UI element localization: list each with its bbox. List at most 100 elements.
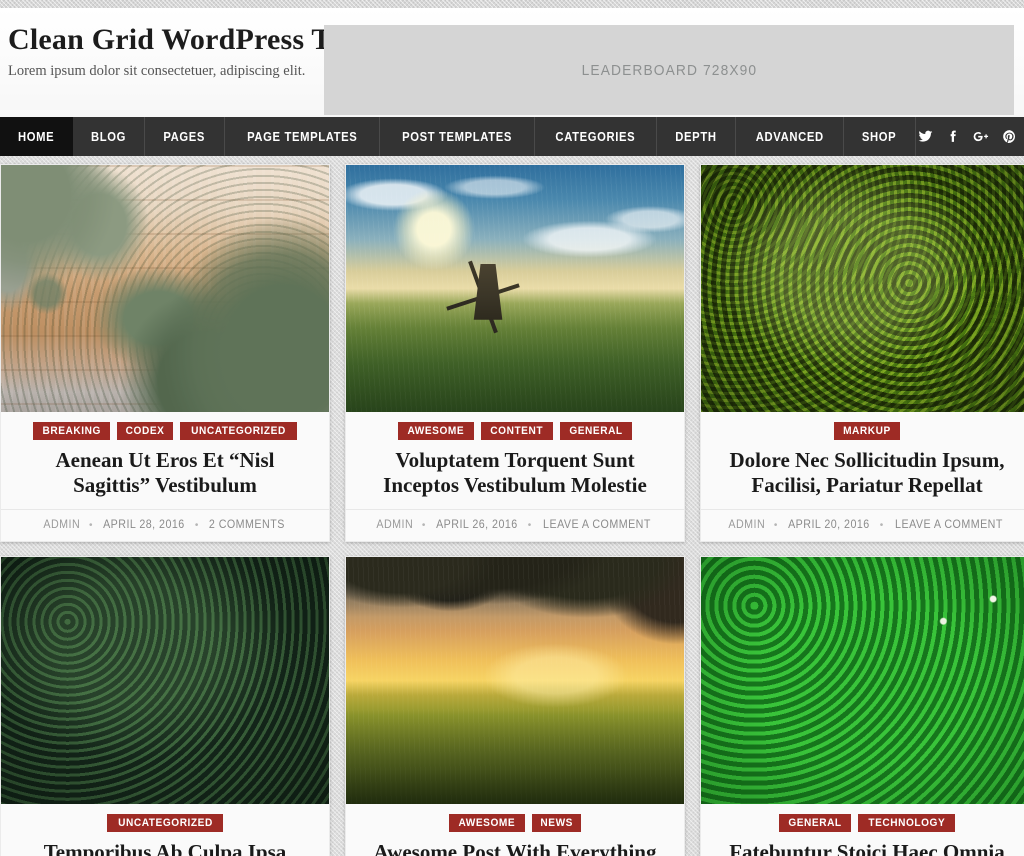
site-tagline: Lorem ipsum dolor sit consectetuer, adip… [8, 63, 306, 79]
nav-item-categories[interactable]: CATEGORIES [535, 117, 657, 156]
post-thumbnail[interactable] [701, 165, 1024, 412]
category-badge[interactable]: GENERAL [778, 814, 851, 832]
nav-item-blog[interactable]: BLOG [73, 117, 146, 156]
twitter-icon[interactable] [916, 127, 935, 146]
category-badge-label: AWESOME [407, 425, 465, 437]
post-thumbnail[interactable] [701, 557, 1024, 804]
site-title[interactable]: Clean Grid WordPress Theme [8, 22, 401, 58]
post-image-bright-green-clover [701, 557, 1024, 804]
category-badge-label: AWESOME [458, 817, 516, 829]
post-comments-link[interactable]: LEAVE A COMMENT [895, 519, 1003, 531]
category-badge-label: GENERAL [788, 817, 842, 829]
post-card-body: BREAKING CODEX UNCATEGORIZED Aenean Ut Eros… [1, 412, 329, 509]
nav-item-advanced[interactable]: ADVANCED [736, 117, 845, 156]
post-thumbnail[interactable] [1, 557, 329, 804]
top-texture-strip [0, 0, 1024, 8]
post-card-body: MARKUP Dolore Nec Sollicitudin Ipsum, Fac… [701, 412, 1024, 509]
pinterest-icon[interactable] [1000, 127, 1019, 146]
category-badge[interactable]: NEWS [531, 814, 582, 832]
nav-item-label: SHOP [862, 129, 897, 144]
post-date: APRIL 20, 2016 [787, 519, 870, 531]
nav-item-shop[interactable]: SHOP [844, 117, 916, 156]
post-thumbnail[interactable] [346, 557, 684, 804]
meta-separator: • [527, 519, 532, 531]
category-badge-label: GENERAL [568, 425, 623, 437]
post-title[interactable]: Awesome Post With Everything With It [358, 840, 672, 856]
site-branding: Clean Grid WordPress Theme Lorem ipsum d… [0, 22, 401, 81]
post-card-body: GENERAL TECHNOLOGY Fatebuntur Stoici Haec … [701, 804, 1024, 856]
category-badge-label: MARKUP [843, 425, 891, 437]
nav-item-label: POST TEMPLATES [402, 129, 513, 144]
nav-menu: HOME BLOG PAGES PAGE TEMPLATES POST TEMPLATE… [0, 117, 916, 156]
post-image-ivy-on-wooden-wall [1, 165, 329, 412]
post-category-list: AWESOME CONTENT GENERAL [358, 422, 672, 440]
post-author[interactable]: ADMIN [44, 519, 81, 531]
post-meta: ADMIN • APRIL 20, 2016 • LEAVE A COMMENT [701, 509, 1024, 541]
post-image-dark-green-foliage [1, 557, 329, 804]
leaderboard-ad[interactable]: LEADERBOARD 728X90 [324, 25, 1014, 115]
category-badge-label: CODEX [125, 425, 165, 437]
facebook-icon[interactable] [944, 127, 963, 146]
nav-item-pages[interactable]: PAGES [145, 117, 225, 156]
post-meta: ADMIN • APRIL 26, 2016 • LEAVE A COMMENT [346, 509, 684, 541]
post-title[interactable]: Temporibus Ab Culpa Ipsa Morbi [13, 840, 317, 856]
category-badge[interactable]: AWESOME [398, 422, 475, 440]
nav-item-home[interactable]: HOME [0, 117, 74, 156]
category-badge[interactable]: TECHNOLOGY [857, 814, 956, 832]
post-card: MARKUP Dolore Nec Sollicitudin Ipsum, Fac… [700, 164, 1024, 542]
social-links [916, 117, 1024, 156]
post-card: UNCATEGORIZED Temporibus Ab Culpa Ipsa Mo… [0, 556, 330, 856]
nav-item-label: CATEGORIES [555, 129, 636, 144]
post-thumbnail[interactable] [346, 165, 684, 412]
category-badge-label: NEWS [540, 817, 573, 829]
nav-item-post-templates[interactable]: POST TEMPLATES [380, 117, 536, 156]
post-card-body: AWESOME CONTENT GENERAL Voluptatem Torquent… [346, 412, 684, 509]
post-title[interactable]: Dolore Nec Sollicitudin Ipsum, Facilisi,… [713, 448, 1021, 509]
nav-item-label: PAGE TEMPLATES [246, 129, 357, 144]
category-badge-label: BREAKING [42, 425, 101, 437]
category-badge[interactable]: CODEX [117, 422, 174, 440]
post-card-body: AWESOME NEWS Awesome Post With Everything … [346, 804, 684, 856]
leaderboard-ad-label: LEADERBOARD 728X90 [581, 61, 757, 79]
post-author[interactable]: ADMIN [377, 519, 414, 531]
meta-separator: • [879, 519, 884, 531]
post-title[interactable]: Fatebuntur Stoici Haec Omnia Dicta [713, 840, 1021, 856]
post-grid: BREAKING CODEX UNCATEGORIZED Aenean Ut Eros… [0, 156, 1024, 856]
meta-separator: • [773, 519, 778, 531]
category-badge[interactable]: UNCATEGORIZED [106, 814, 224, 832]
post-comments-link[interactable]: 2 COMMENTS [209, 519, 285, 531]
post-author[interactable]: ADMIN [729, 519, 766, 531]
post-card: BREAKING CODEX UNCATEGORIZED Aenean Ut Eros… [0, 164, 330, 542]
post-thumbnail[interactable] [1, 165, 329, 412]
post-title[interactable]: Voluptatem Torquent Sunt Inceptos Vestib… [358, 448, 672, 509]
post-card: AWESOME NEWS Awesome Post With Everything … [345, 556, 685, 856]
post-category-list: BREAKING CODEX UNCATEGORIZED [13, 422, 317, 440]
post-title[interactable]: Aenean Ut Eros Et “Nisl Sagittis” Vestib… [13, 448, 317, 509]
category-badge[interactable]: UNCATEGORIZED [180, 422, 298, 440]
nav-item-label: BLOG [91, 129, 127, 144]
category-badge[interactable]: AWESOME [448, 814, 525, 832]
category-badge[interactable]: GENERAL [559, 422, 632, 440]
category-badge-label: TECHNOLOGY [868, 817, 945, 829]
main-navigation: HOME BLOG PAGES PAGE TEMPLATES POST TEMPLATE… [0, 117, 1024, 156]
post-category-list: GENERAL TECHNOLOGY [713, 814, 1021, 832]
nav-item-label: DEPTH [675, 129, 717, 144]
post-comments-link[interactable]: LEAVE A COMMENT [543, 519, 651, 531]
category-badge-label: UNCATEGORIZED [191, 425, 287, 437]
nav-item-page-templates[interactable]: PAGE TEMPLATES [225, 117, 381, 156]
category-badge[interactable]: MARKUP [834, 422, 900, 440]
category-badge[interactable]: CONTENT [481, 422, 553, 440]
category-badge[interactable]: BREAKING [32, 422, 111, 440]
post-meta: ADMIN • APRIL 28, 2016 • 2 COMMENTS [1, 509, 329, 541]
category-badge-label: CONTENT [490, 425, 544, 437]
post-card: AWESOME CONTENT GENERAL Voluptatem Torquent… [345, 164, 685, 542]
category-badge-label: UNCATEGORIZED [117, 817, 213, 829]
nav-item-depth[interactable]: DEPTH [657, 117, 736, 156]
post-image-olive-green-foliage [701, 165, 1024, 412]
post-date: APRIL 26, 2016 [435, 519, 518, 531]
google-plus-icon[interactable] [972, 127, 991, 146]
post-card: GENERAL TECHNOLOGY Fatebuntur Stoici Haec … [700, 556, 1024, 856]
post-category-list: MARKUP [713, 422, 1021, 440]
nav-item-label: HOME [18, 129, 55, 144]
meta-separator: • [89, 519, 94, 531]
